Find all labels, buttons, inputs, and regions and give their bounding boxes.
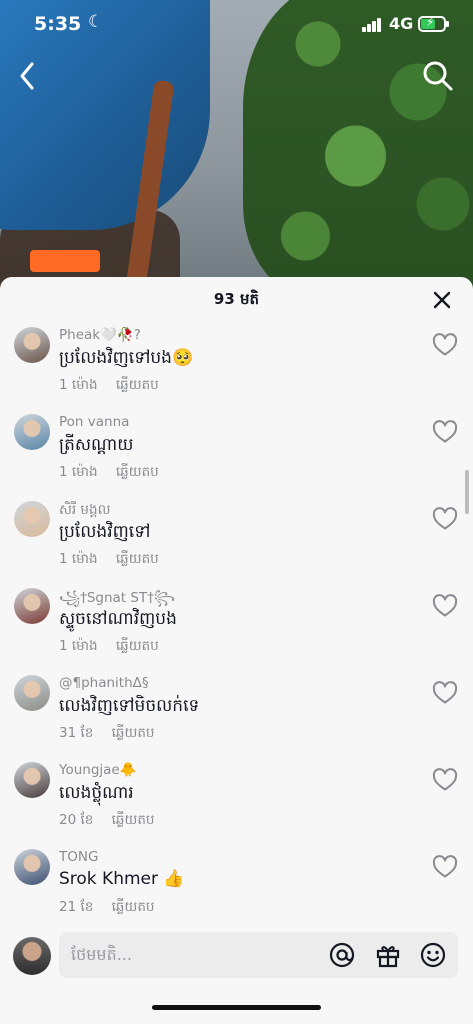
emoji-button[interactable] [419,941,447,969]
chevron-left-icon [20,62,34,90]
commenter-avatar[interactable] [14,849,50,885]
comment-input[interactable]: ថែមមតិ... [59,932,458,978]
commenter-avatar[interactable] [14,327,50,363]
reply-button[interactable]: ឆ្លើយតប [116,638,159,654]
comment-text: ប្រលែងវិញទៅបង🥺 [59,348,194,368]
moon-icon: ☾ [88,12,104,32]
status-bar: 5:35 ☾ 4G ⚡ [0,0,473,50]
heart-outline-icon [432,594,458,617]
comment-text: Srok Khmer 👍 [59,869,185,889]
reply-button[interactable]: ឆ្លើយតប [116,377,159,393]
sheet-header: 93 មតិ [0,277,473,321]
comment-row[interactable]: Pon vanna ត្រីសណ្តាយ 1 ម៉ោង ឆ្លើយតប [0,414,473,501]
comment-meta: 1 ម៉ោង ឆ្លើយតប [59,376,159,396]
comment-row[interactable]: @¶phanithΔ§ លេងវិញទៅមិចលក់ទេ 31 ខែ ឆ្លើយ… [0,675,473,762]
commenter-avatar[interactable] [14,675,50,711]
gift-icon [376,946,400,968]
back-button[interactable] [14,58,44,94]
comment-text: ត្រីសណ្តាយ [59,435,134,455]
commenter-username[interactable]: TONG [59,849,98,865]
heart-outline-icon [432,681,458,704]
home-indicator[interactable] [152,1005,321,1010]
close-button[interactable] [430,288,454,312]
heart-outline-icon [432,855,458,878]
comment-text: លេងថ្លុំណារ [59,783,134,803]
commenter-avatar[interactable] [14,762,50,798]
like-button[interactable] [432,594,458,618]
like-button[interactable] [432,507,458,531]
my-avatar [13,937,51,975]
heart-outline-icon [432,333,458,356]
comment-meta: 1 ម៉ោង ឆ្លើយតប [59,550,159,570]
commenter-avatar[interactable] [14,501,50,537]
like-button[interactable] [432,855,458,879]
comment-meta: 31 ខែ ឆ្លើយតប [59,724,154,744]
like-button[interactable] [432,681,458,705]
scrollbar[interactable] [465,470,469,514]
comment-row[interactable]: Pheak🤍🥀? ប្រលែងវិញទៅបង🥺 1 ម៉ោង ឆ្លើយតប [0,327,473,414]
like-button[interactable] [432,420,458,444]
comment-count-title: 93 មតិ [213,290,260,308]
comment-text: ប្រលែងវិញទៅ [59,522,151,542]
emoji-icon [420,942,446,968]
comment-text: ស្ទូចនៅណាវិញបង [59,609,177,629]
heart-outline-icon [432,768,458,791]
heart-outline-icon [432,507,458,530]
heart-outline-icon [432,420,458,443]
commenter-username[interactable]: Pon vanna [59,414,129,430]
commenter-username[interactable]: Youngjae🐥 [59,762,137,778]
signal-icon [362,18,382,32]
comment-time: 20 ខែ [59,812,94,828]
comment-text: លេងវិញទៅមិចលក់ទេ [59,696,200,716]
commenter-avatar[interactable] [14,588,50,624]
comment-meta: 21 ខែ ឆ្លើយតប [59,898,154,918]
network-label: 4G [389,14,414,33]
mention-button[interactable] [328,941,356,969]
commenter-username[interactable]: @¶phanithΔ§ [59,675,149,691]
commenter-username[interactable]: Pheak🤍🥀? [59,327,141,343]
close-icon [433,291,451,309]
comment-composer: ថែមមតិ... [0,920,473,1024]
reply-button[interactable]: ឆ្លើយតប [116,464,159,480]
reply-button[interactable]: ឆ្លើយតប [112,725,155,741]
like-button[interactable] [432,333,458,357]
at-icon [329,942,355,968]
comment-time: 1 ម៉ោង [59,638,98,654]
comment-meta: 1 ម៉ោង ឆ្លើយតប [59,463,159,483]
comment-meta: 1 ម៉ោង ឆ្លើយតប [59,637,159,657]
comment-time: 1 ម៉ោង [59,377,98,393]
comment-time: 21 ខែ [59,899,94,915]
comment-input-placeholder[interactable]: ថែមមតិ... [71,944,132,968]
comment-time: 1 ម៉ោង [59,551,98,567]
commenter-avatar[interactable] [14,414,50,450]
gift-button[interactable] [374,941,402,969]
battery-icon: ⚡ [418,15,449,32]
reply-button[interactable]: ឆ្លើយតប [112,899,155,915]
search-button[interactable] [422,60,454,92]
reply-button[interactable]: ឆ្លើយតប [112,812,155,828]
comment-time: 1 ម៉ោង [59,464,98,480]
reply-button[interactable]: ឆ្លើយតប [116,551,159,567]
comment-time: 31 ខែ [59,725,94,741]
like-button[interactable] [432,768,458,792]
commenter-username[interactable]: សិរី មង្គល [59,501,110,521]
comment-row[interactable]: Youngjae🐥 លេងថ្លុំណារ 20 ខែ ឆ្លើយតប [0,762,473,849]
comment-row[interactable]: សិរី មង្គល ប្រលែងវិញទៅ 1 ម៉ោង ឆ្លើយតប [0,501,473,588]
status-time: 5:35 [34,13,82,35]
comments-sheet: 93 មតិ Pheak🤍🥀? ប្រលែងវិញទៅបង🥺 1 ម៉ោង ឆ្… [0,277,473,1024]
video-vest [30,250,100,272]
comment-row[interactable]: ꧁†Sgnat ST†꧂ ស្ទូចនៅណាវិញបង 1 ម៉ោង ឆ្លើយ… [0,588,473,675]
search-icon [423,61,453,91]
comment-meta: 20 ខែ ឆ្លើយតប [59,811,154,831]
